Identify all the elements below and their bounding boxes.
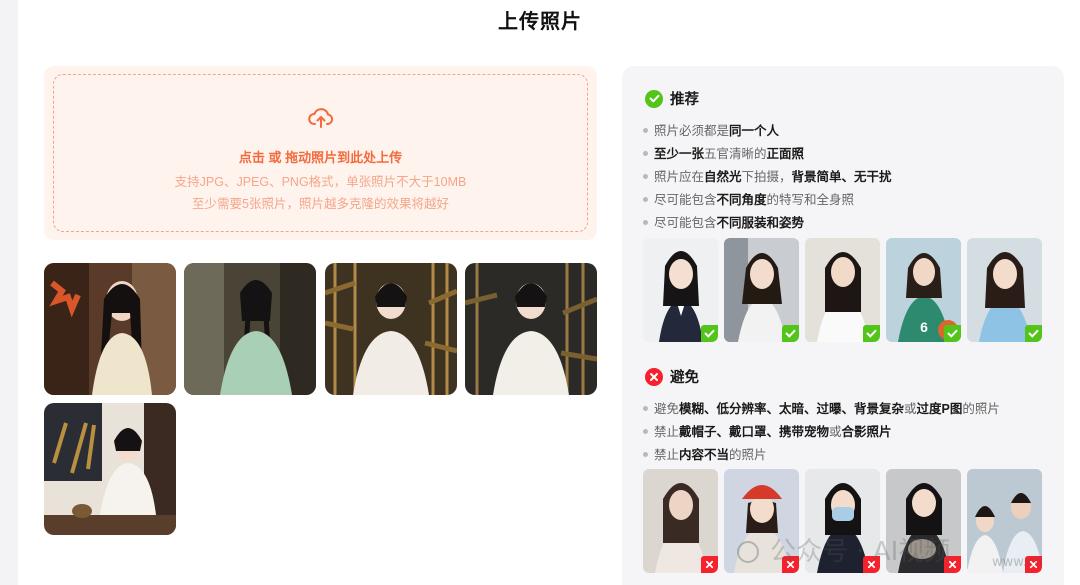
cloud-upload-icon (307, 108, 333, 128)
x-icon (701, 556, 718, 573)
photo-4-image (465, 263, 597, 395)
recommend-rule-2: 至少一张五官清晰的正面照 (643, 143, 804, 162)
avoid-sample-4 (886, 469, 961, 573)
svg-text:6: 6 (920, 319, 928, 335)
uploaded-photo-3[interactable] (325, 263, 457, 395)
avoid-sample-2 (724, 469, 799, 573)
upload-drag-text: 拖动照片到此处上传 (285, 150, 403, 165)
check-icon (782, 325, 799, 342)
avoid-sample-1 (643, 469, 718, 573)
recommend-rule-4: 尽可能包含不同角度的特写和全身照 (643, 189, 854, 208)
recommend-title: 推荐 (670, 92, 699, 108)
recommend-sample-3 (805, 238, 880, 342)
x-icon (944, 556, 961, 573)
x-icon (863, 556, 880, 573)
upload-click-link[interactable]: 点击 (239, 150, 265, 165)
x-icon (1025, 556, 1042, 573)
check-circle-icon (645, 89, 663, 108)
upload-or-text: 或 (264, 150, 286, 165)
upload-dropzone-border[interactable]: 点击 或 拖动照片到此处上传 支持JPG、JPEG、PNG格式，单张照片不大于1… (53, 74, 588, 232)
avoid-sample-5 (967, 469, 1042, 573)
upload-instruction: 点击 或 拖动照片到此处上传 (54, 147, 587, 166)
check-icon (944, 325, 961, 342)
recommend-sample-4: 6 (886, 238, 961, 342)
recommend-heading: 推荐 (645, 88, 699, 109)
photo-guidance-panel: 推荐 照片必须都是同一个人 至少一张五官清晰的正面照 照片应在自然光下拍摄，背景… (622, 66, 1064, 585)
avoid-sample-3 (805, 469, 880, 573)
uploaded-photo-4[interactable] (465, 263, 597, 395)
avoid-heading: 避免 (645, 366, 699, 387)
uploaded-photo-2[interactable] (184, 263, 316, 395)
left-sidebar-edge (0, 0, 18, 585)
recommend-sample-2 (724, 238, 799, 342)
recommend-sample-1 (643, 238, 718, 342)
avoid-rule-2: 禁止戴帽子、戴口罩、携带宠物或合影照片 (643, 421, 892, 440)
photo-1-image (44, 263, 176, 395)
photo-2-image (184, 263, 316, 395)
check-icon (1025, 325, 1042, 342)
page-title: 上传照片 (498, 11, 582, 33)
check-icon (863, 325, 880, 342)
uploaded-photo-1[interactable] (44, 263, 176, 395)
x-icon (782, 556, 799, 573)
upload-count-hint: 至少需要5张照片，照片越多克隆的效果将越好 (192, 197, 449, 211)
recommend-rule-5: 尽可能包含不同服装和姿势 (643, 212, 804, 231)
avoid-title: 避免 (670, 370, 699, 386)
avoid-rule-3: 禁止内容不当的照片 (643, 444, 767, 463)
upload-dropzone[interactable]: 点击 或 拖动照片到此处上传 支持JPG、JPEG、PNG格式，单张照片不大于1… (44, 66, 597, 240)
photo-3-image (325, 263, 457, 395)
recommend-sample-5 (967, 238, 1042, 342)
x-circle-icon (645, 367, 663, 386)
recommend-rule-3: 照片应在自然光下拍摄，背景简单、无干扰 (643, 166, 892, 185)
check-icon (701, 325, 718, 342)
photo-5-image (44, 403, 176, 535)
upload-format-hint: 支持JPG、JPEG、PNG格式，单张照片不大于10MB (174, 175, 467, 189)
uploaded-photo-5[interactable] (44, 403, 176, 535)
avoid-rule-1: 避免模糊、低分辨率、太暗、过曝、背景复杂或过度P图的照片 (643, 398, 1000, 417)
recommend-rule-1: 照片必须都是同一个人 (643, 120, 779, 139)
